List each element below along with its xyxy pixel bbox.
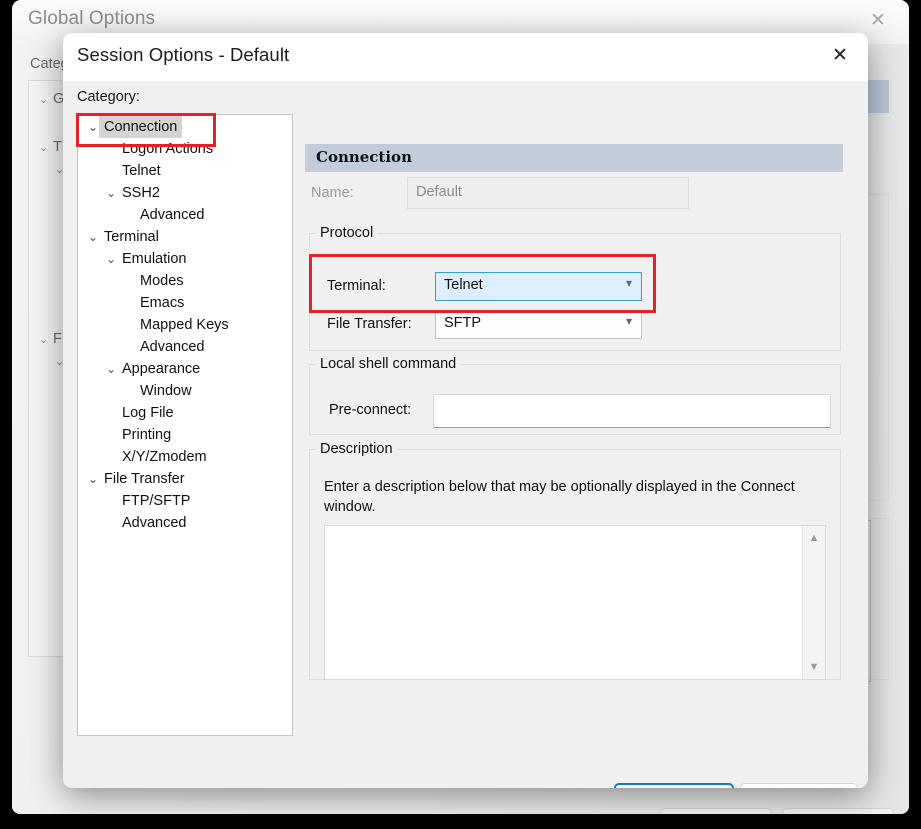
preconnect-label: Pre-connect: bbox=[329, 402, 412, 418]
tree-item-connection[interactable]: ⌄ Connection bbox=[78, 116, 292, 138]
chevron-down-icon: ⌄ bbox=[39, 94, 49, 106]
tree-item-ftp-sftp[interactable]: FTP/SFTP bbox=[78, 490, 292, 512]
tree-item-advanced[interactable]: Advanced bbox=[78, 512, 292, 534]
chevron-down-icon[interactable]: ⌄ bbox=[88, 226, 98, 248]
tree-item-label: Advanced bbox=[140, 207, 205, 223]
local-shell-group-legend: Local shell command bbox=[320, 356, 457, 372]
description-help-text: Enter a description below that may be op… bbox=[324, 479, 795, 515]
tree-item-label: Connection bbox=[99, 116, 183, 138]
chevron-down-icon: ▾ bbox=[625, 276, 632, 290]
close-icon[interactable]: ✕ bbox=[818, 38, 862, 74]
description-group-legend: Description bbox=[320, 441, 393, 457]
tree-item-label: Terminal bbox=[104, 229, 159, 245]
tree-item-label: Modes bbox=[140, 273, 184, 289]
list-item[interactable]: ⌄ F bbox=[39, 331, 62, 347]
tree-item-logon-actions[interactable]: Logon Actions bbox=[78, 138, 292, 160]
description-textarea[interactable]: ▲ ▼ bbox=[324, 525, 826, 680]
tree-item-file-transfer[interactable]: ⌄ File Transfer bbox=[78, 468, 292, 490]
tree-item-label: Emacs bbox=[140, 295, 185, 311]
global-options-title: Global Options bbox=[28, 8, 156, 29]
list-item-label: F bbox=[53, 331, 62, 347]
tree-item-label: Emulation bbox=[122, 251, 187, 267]
list-item[interactable]: ⌄ G bbox=[39, 91, 64, 107]
tree-item-window[interactable]: Window bbox=[78, 380, 292, 402]
tree-item-appearance[interactable]: ⌄ Appearance bbox=[78, 358, 292, 380]
chevron-down-icon[interactable]: ⌄ bbox=[106, 182, 116, 204]
chevron-down-icon[interactable]: ⌄ bbox=[106, 358, 116, 380]
tree-item-label: Advanced bbox=[122, 515, 187, 531]
chevron-down-icon[interactable]: ⌄ bbox=[88, 468, 98, 490]
tree-item-terminal[interactable]: ⌄ Terminal bbox=[78, 226, 292, 248]
chevron-down-icon: ⌄ bbox=[39, 142, 49, 154]
tree-item-label: File Transfer bbox=[104, 471, 185, 487]
tree-item-emacs[interactable]: Emacs bbox=[78, 292, 292, 314]
chevron-down-icon: ▾ bbox=[625, 314, 632, 328]
tree-item-printing[interactable]: Printing bbox=[78, 424, 292, 446]
tree-item-label: Logon Actions bbox=[122, 141, 214, 157]
settings-pane: Connection Name: Default Protocol Termin… bbox=[305, 144, 843, 788]
dialog-titlebar: Session Options - Default ✕ bbox=[63, 33, 868, 81]
protocol-group: Protocol Terminal: Telnet ▾ File Transfe… bbox=[309, 225, 841, 351]
tree-item-emulation[interactable]: ⌄ Emulation bbox=[78, 248, 292, 270]
pane-header-bar: Connection bbox=[305, 144, 843, 172]
scroll-down-icon[interactable]: ▼ bbox=[803, 657, 825, 677]
tree-item-label: Telnet bbox=[122, 163, 161, 179]
tree-item-x-y-zmodem[interactable]: X/Y/Zmodem bbox=[78, 446, 292, 468]
terminal-protocol-value: Telnet bbox=[444, 277, 483, 293]
tree-item-modes[interactable]: Modes bbox=[78, 270, 292, 292]
tree-item-ssh2[interactable]: ⌄ SSH2 bbox=[78, 182, 292, 204]
file-transfer-protocol-select[interactable]: SFTP ▾ bbox=[435, 310, 642, 339]
cancel-button[interactable]: Cancel bbox=[740, 783, 858, 788]
dialog-body: Category: ⌄ Connection Logon Actions Telnet… bbox=[63, 81, 868, 788]
category-tree[interactable]: ⌄ Connection Logon Actions Telnet ⌄ SSH2 Advan… bbox=[77, 114, 293, 736]
global-options-cancel-button[interactable]: Cancel bbox=[782, 808, 894, 814]
tree-item-label: Window bbox=[140, 383, 192, 399]
preconnect-input[interactable] bbox=[433, 394, 831, 428]
terminal-label: Terminal: bbox=[327, 278, 386, 294]
scroll-up-icon[interactable]: ▲ bbox=[803, 528, 825, 548]
tree-item-label: Log File bbox=[122, 405, 174, 421]
tree-item-label: FTP/SFTP bbox=[122, 493, 191, 509]
ok-button[interactable]: OK bbox=[614, 783, 734, 788]
name-value: Default bbox=[416, 184, 462, 200]
tree-item-advanced[interactable]: Advanced bbox=[78, 336, 292, 358]
tree-item-mapped-keys[interactable]: Mapped Keys bbox=[78, 314, 292, 336]
tree-item-label: Mapped Keys bbox=[140, 317, 229, 333]
name-field: Default bbox=[407, 177, 689, 209]
file-transfer-protocol-value: SFTP bbox=[444, 315, 482, 331]
category-label: Category: bbox=[77, 89, 140, 105]
session-options-dialog: Session Options - Default ✕ Category: ⌄ C… bbox=[63, 33, 868, 788]
page-title: Connection bbox=[316, 148, 412, 166]
description-group: Description Enter a description below th… bbox=[309, 441, 841, 680]
global-options-ok-button[interactable]: OK bbox=[660, 808, 772, 814]
close-icon[interactable]: ✕ bbox=[857, 4, 899, 38]
tree-item-label: Advanced bbox=[140, 339, 205, 355]
tree-item-advanced[interactable]: Advanced bbox=[78, 204, 292, 226]
chevron-down-icon[interactable]: ⌄ bbox=[88, 116, 98, 138]
terminal-protocol-select[interactable]: Telnet ▾ bbox=[435, 272, 642, 301]
tree-item-label: X/Y/Zmodem bbox=[122, 449, 207, 465]
local-shell-command-group: Local shell command Pre-connect: bbox=[309, 356, 841, 435]
description-scrollbar[interactable]: ▲ ▼ bbox=[802, 526, 825, 679]
tree-item-label: SSH2 bbox=[122, 185, 160, 201]
chevron-down-icon: ⌄ bbox=[39, 334, 49, 346]
chevron-down-icon[interactable]: ⌄ bbox=[106, 248, 116, 270]
tree-item-log-file[interactable]: Log File bbox=[78, 402, 292, 424]
name-label: Name: bbox=[311, 185, 354, 201]
protocol-group-legend: Protocol bbox=[320, 225, 374, 241]
list-item[interactable]: ⌄ T bbox=[39, 139, 62, 155]
tree-item-label: Appearance bbox=[122, 361, 201, 377]
list-item-label: T bbox=[53, 139, 62, 155]
dialog-title: Session Options - Default bbox=[77, 44, 290, 65]
tree-item-label: Printing bbox=[122, 427, 172, 443]
tree-item-telnet[interactable]: Telnet bbox=[78, 160, 292, 182]
file-transfer-label: File Transfer: bbox=[327, 316, 412, 332]
